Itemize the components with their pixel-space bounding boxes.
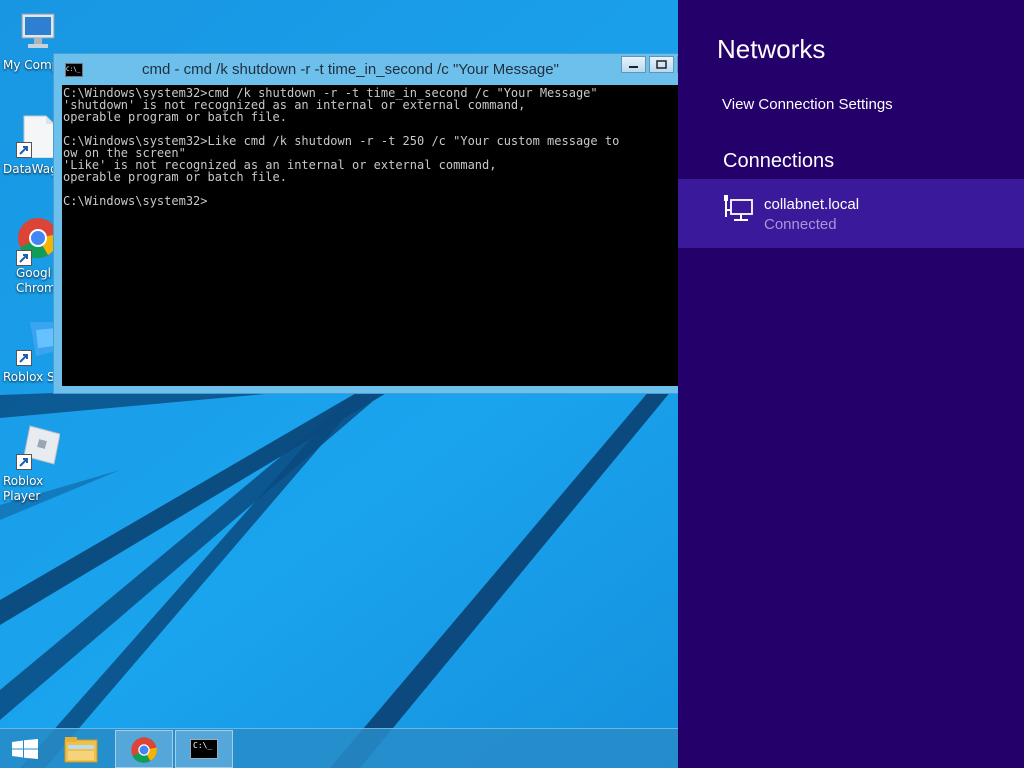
maximize-icon (656, 60, 667, 69)
computer-icon (21, 13, 55, 48)
wired-network-icon (724, 195, 753, 221)
desktop: My Comp DataWag Googl Chrom Roblox St Ro… (0, 0, 1024, 768)
shortcut-arrow-icon (16, 142, 32, 158)
shortcut-arrow-icon (16, 350, 32, 366)
connections-heading: Connections (723, 150, 835, 172)
shortcut-arrow-icon (16, 250, 32, 266)
maximize-button[interactable] (649, 56, 674, 73)
shortcut-arrow-icon (16, 454, 32, 470)
minimize-icon (629, 66, 638, 68)
cmd-console[interactable]: C:\Windows\system32>cmd /k shutdown -r -… (62, 85, 686, 386)
desktop-icon-roblox-player[interactable]: Roblox Player (0, 424, 78, 503)
cmd-icon: C:\_ (190, 739, 218, 759)
cmd-window[interactable]: C:\_ cmd - cmd /k shutdown -r -t time_in… (53, 53, 694, 394)
windows-logo-icon (12, 739, 38, 759)
taskbar-chrome[interactable] (115, 730, 173, 768)
networks-panel: Networks View Connection Settings Connec… (678, 0, 1024, 768)
connection-item[interactable]: collabnet.local Connected (678, 179, 1024, 248)
connection-name: collabnet.local (764, 196, 860, 213)
desktop-icon-label: Googl Chrom (16, 266, 56, 295)
taskbar-command-prompt[interactable]: C:\_ (175, 730, 233, 768)
taskbar-file-explorer[interactable] (55, 730, 113, 768)
cmd-output: C:\Windows\system32>cmd /k shutdown -r -… (63, 86, 620, 208)
desktop-icon-label: Roblox Player (3, 474, 44, 503)
connection-status: Connected (764, 216, 837, 233)
chrome-icon (131, 737, 157, 763)
start-button[interactable] (0, 730, 58, 768)
cmd-window-title: cmd - cmd /k shutdown -r -t time_in_seco… (142, 61, 559, 78)
folder-icon (64, 737, 98, 763)
taskbar: C:\_ (0, 728, 678, 768)
cmd-icon: C:\_ (65, 63, 83, 77)
view-connection-settings-link[interactable]: View Connection Settings (722, 96, 893, 113)
minimize-button[interactable] (621, 56, 646, 73)
cmd-titlebar[interactable]: C:\_ cmd - cmd /k shutdown -r -t time_in… (54, 54, 694, 86)
networks-title: Networks (717, 34, 826, 64)
